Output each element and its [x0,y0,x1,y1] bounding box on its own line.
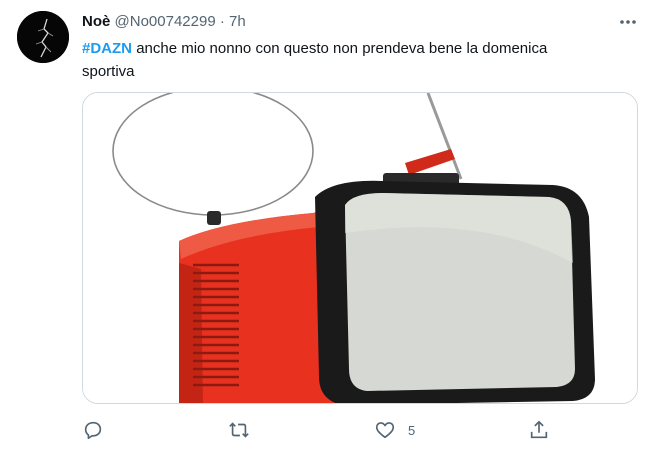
separator-dot: · [219,13,225,30]
share-button[interactable] [528,418,550,442]
retweet-icon [229,422,249,438]
tweet-card[interactable]: Noè @No00742299 · 7h #DAZN anche mio non… [0,0,654,449]
hashtag-link[interactable]: #DAZN [82,40,132,57]
tweet-header: Noè @No00742299 · 7h [82,12,246,32]
tv-image [83,93,637,403]
tweet-image[interactable] [82,92,638,404]
author-name[interactable]: Noè [82,13,110,30]
tweet-text-line1: anche mio nonno con questo non prendeva … [136,40,548,57]
tweet-text: #DAZN anche mio nonno con questo non pre… [82,37,642,83]
like-button[interactable]: 5 [374,418,415,442]
tweet-actions: 5 [82,418,552,444]
tweet-text-line2: sportiva [82,63,135,80]
avatar[interactable] [17,11,69,63]
author-handle[interactable]: @No00742299 [115,13,216,30]
retweet-button[interactable] [228,418,250,442]
share-icon [530,420,548,439]
reply-icon [84,421,102,440]
heart-icon [375,422,395,439]
more-icon [620,20,636,24]
more-options-button[interactable] [616,12,640,32]
avatar-image [17,11,69,63]
reply-button[interactable] [82,418,104,442]
tweet-time[interactable]: 7h [229,13,246,30]
like-count: 5 [408,422,416,438]
